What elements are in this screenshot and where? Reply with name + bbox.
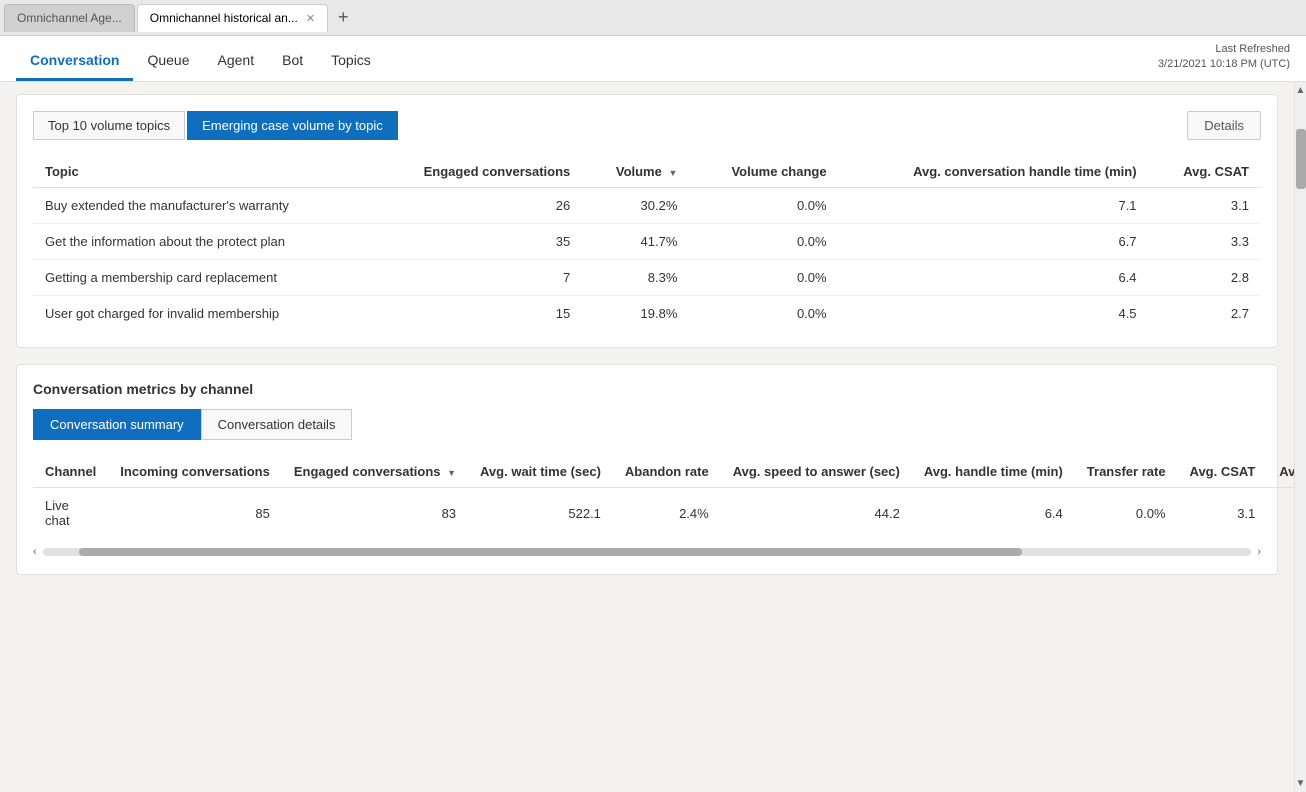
cell-avg-handle: 6.7 bbox=[839, 224, 1149, 260]
cell-volume-change: 0.0% bbox=[689, 224, 838, 260]
col-transfer-rate: Transfer rate bbox=[1075, 456, 1178, 488]
volume-sort-icon[interactable]: ▼ bbox=[668, 168, 677, 178]
cell-topic: Get the information about the protect pl… bbox=[33, 224, 369, 260]
cell-avg-speed: 44.2 bbox=[721, 488, 912, 539]
close-tab-2-icon[interactable]: ✕ bbox=[306, 12, 315, 25]
cell-avg-handle: 6.4 bbox=[912, 488, 1075, 539]
cell-engaged: 26 bbox=[369, 188, 583, 224]
cell-avg-csat: 2.8 bbox=[1149, 260, 1261, 296]
nav-item-agent[interactable]: Agent bbox=[204, 40, 269, 81]
cell-avg-wait: 522.1 bbox=[468, 488, 613, 539]
horizontal-scrollbar[interactable]: ‹ › bbox=[33, 546, 1261, 558]
nav-item-topics[interactable]: Topics bbox=[317, 40, 385, 81]
cell-transfer-rate: 0.0% bbox=[1075, 488, 1178, 539]
col-abandon-rate: Abandon rate bbox=[613, 456, 721, 488]
cell-volume-change: 0.0% bbox=[689, 188, 838, 224]
topics-tab-group: Top 10 volume topics Emerging case volum… bbox=[33, 111, 398, 140]
cell-avg-handle: 7.1 bbox=[839, 188, 1149, 224]
browser-tab-bar: Omnichannel Age... Omnichannel historica… bbox=[0, 0, 1306, 36]
col-avg-survey: Avg. survey se bbox=[1267, 456, 1294, 488]
col-incoming: Incoming conversations bbox=[108, 456, 282, 488]
cell-volume: 8.3% bbox=[582, 260, 689, 296]
sub-tab-row: Conversation summary Conversation detail… bbox=[33, 409, 1261, 440]
topics-tab-row: Top 10 volume topics Emerging case volum… bbox=[33, 111, 1261, 140]
cell-engaged: 15 bbox=[369, 296, 583, 332]
col-engaged: Engaged conversations bbox=[369, 156, 583, 188]
cell-avg-csat: 2.7 bbox=[1149, 296, 1261, 332]
metrics-section-title: Conversation metrics by channel bbox=[33, 381, 1261, 397]
nav-item-conversation[interactable]: Conversation bbox=[16, 40, 133, 81]
metrics-panel: Conversation metrics by channel Conversa… bbox=[16, 364, 1278, 575]
col-avg-wait: Avg. wait time (sec) bbox=[468, 456, 613, 488]
add-tab-button[interactable]: + bbox=[330, 7, 357, 28]
tab-2-label: Omnichannel historical an... bbox=[150, 11, 298, 25]
tab-1-label: Omnichannel Age... bbox=[17, 11, 122, 25]
cell-incoming: 85 bbox=[108, 488, 282, 539]
page-scroll[interactable]: Top 10 volume topics Emerging case volum… bbox=[0, 82, 1294, 792]
table-row: Getting a membership card replacement 7 … bbox=[33, 260, 1261, 296]
table-row: User got charged for invalid membership … bbox=[33, 296, 1261, 332]
scroll-up-icon[interactable]: ▲ bbox=[1295, 82, 1306, 99]
cell-topic: User got charged for invalid membership bbox=[33, 296, 369, 332]
col-topic: Topic bbox=[33, 156, 369, 188]
details-button[interactable]: Details bbox=[1187, 111, 1261, 140]
last-refreshed: Last Refreshed 3/21/2021 10:18 PM (UTC) bbox=[1158, 42, 1290, 73]
sub-tab-details[interactable]: Conversation details bbox=[201, 409, 353, 440]
scroll-left-icon[interactable]: ‹ bbox=[33, 546, 37, 558]
browser-tab-2[interactable]: Omnichannel historical an... ✕ bbox=[137, 4, 328, 32]
page-wrapper: Top 10 volume topics Emerging case volum… bbox=[0, 82, 1306, 792]
h-scroll-thumb bbox=[79, 548, 1022, 556]
cell-volume: 41.7% bbox=[582, 224, 689, 260]
col-engaged-conv: Engaged conversations ▼ bbox=[282, 456, 468, 488]
col-volume-change: Volume change bbox=[689, 156, 838, 188]
col-avg-handle-time: Avg. handle time (min) bbox=[912, 456, 1075, 488]
nav-bar: Conversation Queue Agent Bot Topics Last… bbox=[0, 36, 1306, 82]
cell-avg-csat: 3.1 bbox=[1149, 188, 1261, 224]
nav-item-queue[interactable]: Queue bbox=[133, 40, 203, 81]
topics-table: Topic Engaged conversations Volume ▼ Vol… bbox=[33, 156, 1261, 331]
table-row: Get the information about the protect pl… bbox=[33, 224, 1261, 260]
engaged-sort-icon[interactable]: ▼ bbox=[447, 468, 456, 478]
cell-engaged: 83 bbox=[282, 488, 468, 539]
cell-avg-csat: 3.3 bbox=[1149, 224, 1261, 260]
cell-avg-handle: 4.5 bbox=[839, 296, 1149, 332]
cell-topic: Getting a membership card replacement bbox=[33, 260, 369, 296]
col-volume: Volume ▼ bbox=[582, 156, 689, 188]
cell-volume: 19.8% bbox=[582, 296, 689, 332]
tab-emerging[interactable]: Emerging case volume by topic bbox=[187, 111, 398, 140]
cell-engaged: 35 bbox=[369, 224, 583, 260]
scroll-down-icon[interactable]: ▼ bbox=[1295, 775, 1306, 792]
sub-tab-summary[interactable]: Conversation summary bbox=[33, 409, 201, 440]
scroll-thumb[interactable] bbox=[1296, 129, 1306, 189]
topics-panel: Top 10 volume topics Emerging case volum… bbox=[16, 94, 1278, 348]
col-channel: Channel bbox=[33, 456, 108, 488]
cell-volume-change: 0.0% bbox=[689, 296, 838, 332]
table-row: Live chat 85 83 522.1 2.4% 44.2 6.4 0.0%… bbox=[33, 488, 1294, 539]
cell-volume-change: 0.0% bbox=[689, 260, 838, 296]
col-avg-handle: Avg. conversation handle time (min) bbox=[839, 156, 1149, 188]
col-avg-csat: Avg. CSAT bbox=[1149, 156, 1261, 188]
cell-engaged: 7 bbox=[369, 260, 583, 296]
table-row: Buy extended the manufacturer's warranty… bbox=[33, 188, 1261, 224]
right-scrollbar[interactable]: ▲ ▼ bbox=[1294, 82, 1306, 792]
h-scroll-track[interactable] bbox=[43, 548, 1252, 556]
nav-item-bot[interactable]: Bot bbox=[268, 40, 317, 81]
browser-tab-1[interactable]: Omnichannel Age... bbox=[4, 4, 135, 32]
metrics-table: Channel Incoming conversations Engaged c… bbox=[33, 456, 1294, 538]
cell-avg-handle: 6.4 bbox=[839, 260, 1149, 296]
cell-avg-csat: 3.1 bbox=[1178, 488, 1268, 539]
cell-volume: 30.2% bbox=[582, 188, 689, 224]
cell-abandon-rate: 2.4% bbox=[613, 488, 721, 539]
cell-channel: Live chat bbox=[33, 488, 108, 539]
cell-avg-survey bbox=[1267, 488, 1294, 539]
col-avg-speed: Avg. speed to answer (sec) bbox=[721, 456, 912, 488]
cell-topic: Buy extended the manufacturer's warranty bbox=[33, 188, 369, 224]
col-avg-csat-m: Avg. CSAT bbox=[1178, 456, 1268, 488]
tab-top10[interactable]: Top 10 volume topics bbox=[33, 111, 185, 140]
scroll-right-icon[interactable]: › bbox=[1257, 546, 1261, 558]
